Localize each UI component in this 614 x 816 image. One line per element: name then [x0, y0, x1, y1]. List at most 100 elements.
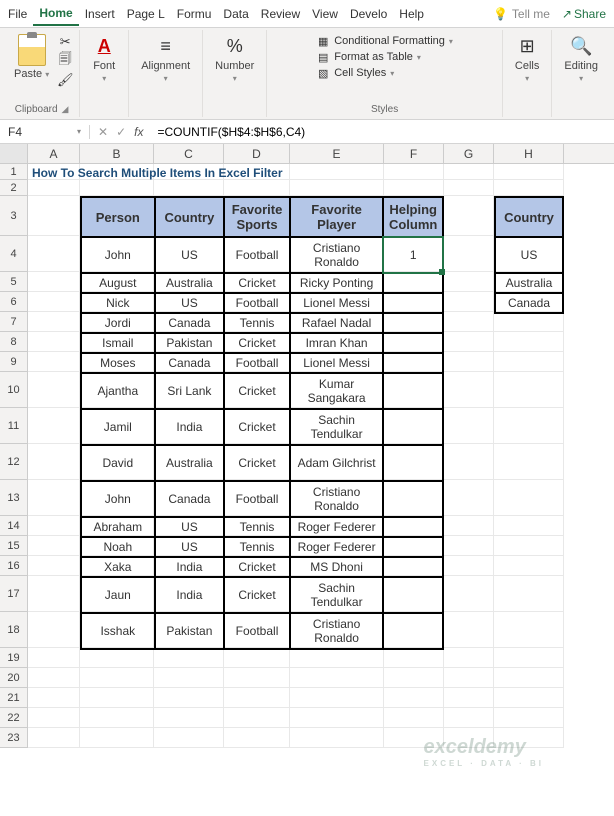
- cell-person[interactable]: August: [81, 273, 155, 293]
- share-button[interactable]: ↗ Share: [556, 3, 612, 25]
- cell-country[interactable]: US: [155, 237, 225, 273]
- row-header-21[interactable]: 21: [0, 688, 28, 708]
- row-header-10[interactable]: 10: [0, 372, 28, 408]
- tab-file[interactable]: File: [2, 3, 33, 25]
- row-header-18[interactable]: 18: [0, 612, 28, 648]
- row-header-22[interactable]: 22: [0, 708, 28, 728]
- cell-sports[interactable]: Football: [224, 237, 290, 273]
- cell-player[interactable]: Sachin Tendulkar: [290, 577, 383, 613]
- tab-developer[interactable]: Develo: [344, 3, 393, 25]
- cell-person[interactable]: Jaun: [81, 577, 155, 613]
- cell-country[interactable]: Sri Lank: [155, 373, 225, 409]
- cell-person[interactable]: Abraham: [81, 517, 155, 537]
- row-header-8[interactable]: 8: [0, 332, 28, 352]
- cell-player[interactable]: Imran Khan: [290, 333, 383, 353]
- conditional-formatting-button[interactable]: ▦Conditional Formatting ▾: [316, 34, 453, 48]
- row-header-11[interactable]: 11: [0, 408, 28, 444]
- cell-country[interactable]: India: [155, 409, 225, 445]
- tab-home[interactable]: Home: [33, 2, 78, 26]
- cell-sports[interactable]: Tennis: [224, 313, 290, 333]
- row-header-16[interactable]: 16: [0, 556, 28, 576]
- select-all-corner[interactable]: [0, 144, 28, 163]
- cell-person[interactable]: John: [81, 237, 155, 273]
- cell-person[interactable]: Jamil: [81, 409, 155, 445]
- col-header-b[interactable]: B: [80, 144, 154, 163]
- cell-country[interactable]: India: [155, 577, 225, 613]
- cell-person[interactable]: Isshak: [81, 613, 155, 649]
- cell-person[interactable]: Ajantha: [81, 373, 155, 409]
- cells-button[interactable]: ⊞ Cells ▾: [509, 32, 545, 85]
- cell-sports[interactable]: Cricket: [224, 409, 290, 445]
- col-header-h[interactable]: H: [494, 144, 564, 163]
- cell-country[interactable]: Australia: [155, 273, 225, 293]
- cell-sports[interactable]: Cricket: [224, 373, 290, 409]
- row-header-1[interactable]: 1: [0, 164, 28, 180]
- col-header-c[interactable]: C: [154, 144, 224, 163]
- row-header-4[interactable]: 4: [0, 236, 28, 272]
- cell-player[interactable]: Kumar Sangakara: [290, 373, 383, 409]
- cell-helping[interactable]: [383, 537, 443, 557]
- cut-icon[interactable]: ✂: [57, 34, 73, 50]
- col-header-g[interactable]: G: [444, 144, 494, 163]
- cell-player[interactable]: Cristiano Ronaldo: [290, 237, 383, 273]
- cell-helping[interactable]: [383, 517, 443, 537]
- cell-sports[interactable]: Football: [224, 481, 290, 517]
- enter-icon[interactable]: ✓: [116, 125, 126, 139]
- row-header-23[interactable]: 23: [0, 728, 28, 748]
- lookup-cell[interactable]: Australia: [495, 273, 563, 293]
- cell-country[interactable]: Canada: [155, 481, 225, 517]
- lookup-cell[interactable]: Canada: [495, 293, 563, 313]
- cell-sports[interactable]: Tennis: [224, 537, 290, 557]
- cell-country[interactable]: US: [155, 293, 225, 313]
- row-header-2[interactable]: 2: [0, 180, 28, 196]
- cell-country[interactable]: US: [155, 517, 225, 537]
- cell-sports[interactable]: Cricket: [224, 445, 290, 481]
- cell-player[interactable]: Sachin Tendulkar: [290, 409, 383, 445]
- cell-person[interactable]: David: [81, 445, 155, 481]
- fx-icon[interactable]: fx: [134, 125, 143, 139]
- cell-player[interactable]: Cristiano Ronaldo: [290, 481, 383, 517]
- cell-helping[interactable]: [383, 409, 443, 445]
- cell-player[interactable]: Lionel Messi: [290, 293, 383, 313]
- row-header-15[interactable]: 15: [0, 536, 28, 556]
- editing-button[interactable]: 🔍 Editing ▾: [558, 32, 604, 85]
- cell-helping[interactable]: [383, 333, 443, 353]
- tab-data[interactable]: Data: [217, 3, 254, 25]
- col-header-f[interactable]: F: [384, 144, 444, 163]
- font-button[interactable]: A Font ▾: [86, 32, 122, 85]
- col-header-a[interactable]: A: [28, 144, 80, 163]
- cell-helping[interactable]: [383, 613, 443, 649]
- cell-person[interactable]: Nick: [81, 293, 155, 313]
- cell-helping[interactable]: [383, 293, 443, 313]
- cell-helping[interactable]: [383, 577, 443, 613]
- formula-input[interactable]: [151, 125, 614, 139]
- cell-sports[interactable]: Cricket: [224, 273, 290, 293]
- cell-person[interactable]: John: [81, 481, 155, 517]
- number-button[interactable]: % Number ▾: [209, 32, 260, 85]
- format-as-table-button[interactable]: ▤Format as Table ▾: [316, 50, 453, 64]
- row-header-12[interactable]: 12: [0, 444, 28, 480]
- cell-helping[interactable]: [383, 557, 443, 577]
- tab-formulas[interactable]: Formu: [171, 3, 218, 25]
- row-header-9[interactable]: 9: [0, 352, 28, 372]
- cell-helping[interactable]: [383, 313, 443, 333]
- cell-sports[interactable]: Cricket: [224, 557, 290, 577]
- cell-person[interactable]: Xaka: [81, 557, 155, 577]
- cell-person[interactable]: Noah: [81, 537, 155, 557]
- cell-player[interactable]: Adam Gilchrist: [290, 445, 383, 481]
- cell-sports[interactable]: Football: [224, 613, 290, 649]
- cell-player[interactable]: Cristiano Ronaldo: [290, 613, 383, 649]
- col-header-d[interactable]: D: [224, 144, 290, 163]
- tell-me[interactable]: 💡 Tell me: [487, 3, 556, 25]
- cell-country[interactable]: Pakistan: [155, 613, 225, 649]
- cell-sports[interactable]: Football: [224, 353, 290, 373]
- name-box[interactable]: F4 ▾: [0, 125, 90, 139]
- cell-helping[interactable]: 1: [383, 237, 443, 273]
- tab-view[interactable]: View: [306, 3, 344, 25]
- cell-sports[interactable]: Cricket: [224, 333, 290, 353]
- cell-country[interactable]: Canada: [155, 353, 225, 373]
- format-painter-icon[interactable]: 🖌: [57, 72, 73, 88]
- row-header-19[interactable]: 19: [0, 648, 28, 668]
- row-header-20[interactable]: 20: [0, 668, 28, 688]
- cell-helping[interactable]: [383, 273, 443, 293]
